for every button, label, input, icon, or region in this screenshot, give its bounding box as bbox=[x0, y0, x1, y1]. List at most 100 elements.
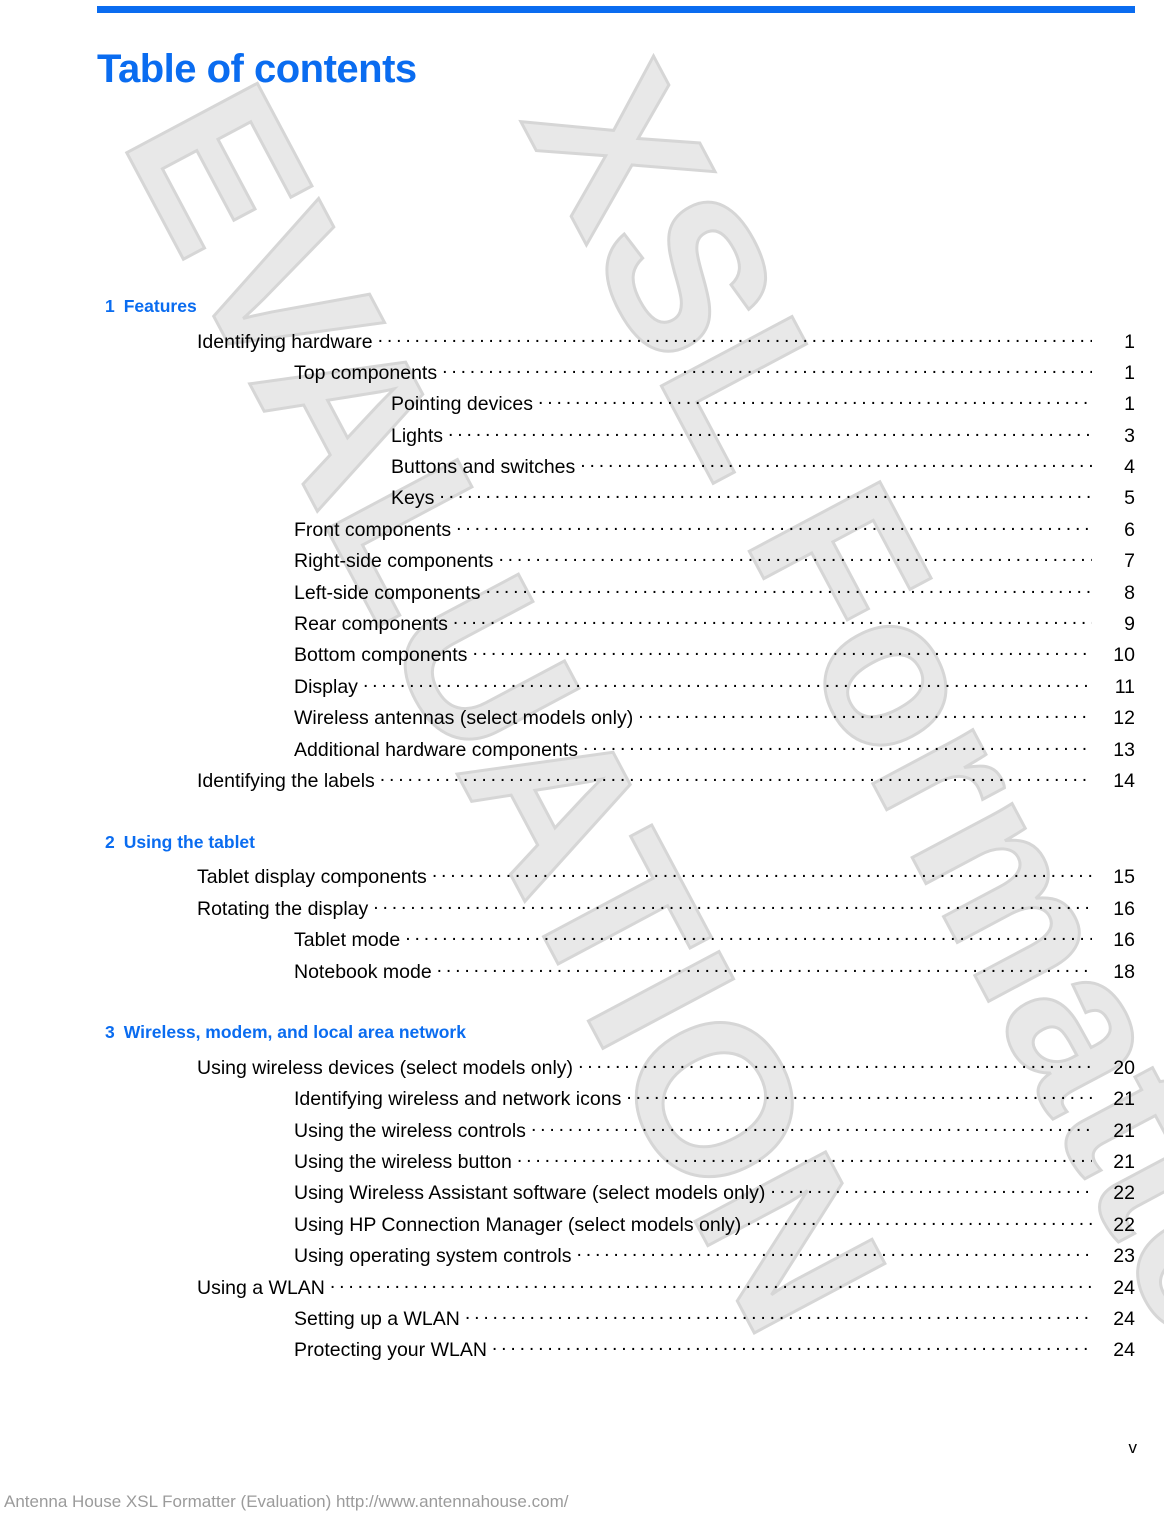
toc-entry[interactable]: Pointing devices 1 bbox=[0, 391, 1164, 422]
toc-leader-dots bbox=[517, 1149, 1092, 1169]
toc-entry-label: Using operating system controls bbox=[294, 1245, 572, 1268]
toc-entry-page-number: 24 bbox=[1113, 1339, 1135, 1362]
chapter-number: 1 bbox=[105, 296, 115, 316]
toc-entry[interactable]: Front components 6 bbox=[0, 516, 1164, 547]
toc-entry[interactable]: Notebook mode 18 bbox=[0, 958, 1164, 989]
toc-entry-label: Front components bbox=[294, 518, 452, 541]
toc-leader-dots bbox=[439, 485, 1092, 505]
toc-leader-dots bbox=[538, 391, 1092, 411]
toc-entry[interactable]: Rear components 9 bbox=[0, 611, 1164, 642]
toc-leader-dots bbox=[363, 673, 1092, 693]
toc-entry[interactable]: Additional hardware components 13 bbox=[0, 736, 1164, 767]
toc-entry[interactable]: Wireless antennas (select models only) 12 bbox=[0, 705, 1164, 736]
toc-leader-dots bbox=[485, 579, 1092, 599]
toc-entry-label: Using a WLAN bbox=[197, 1276, 325, 1299]
toc-entry-label: Tablet mode bbox=[294, 929, 401, 952]
toc-leader-dots bbox=[472, 642, 1092, 662]
toc-entry-label: Setting up a WLAN bbox=[294, 1308, 460, 1331]
toc-entry-page-number: 21 bbox=[1113, 1119, 1135, 1142]
toc-entry-label: Right-side components bbox=[294, 550, 494, 573]
toc-entry-page-number: 21 bbox=[1113, 1151, 1135, 1174]
toc-entry-page-number: 4 bbox=[1124, 456, 1135, 479]
toc-entry-page-number: 1 bbox=[1124, 393, 1135, 416]
toc-leader-dots bbox=[330, 1274, 1092, 1294]
toc-chapter: 1FeaturesIdentifying hardware1Top compon… bbox=[0, 292, 1164, 799]
toc-entry-label: Notebook mode bbox=[294, 960, 432, 983]
toc-entry[interactable]: Using a WLAN 24 bbox=[0, 1274, 1164, 1305]
toc-entry[interactable]: Using operating system controls 23 bbox=[0, 1243, 1164, 1274]
chapter-number: 2 bbox=[105, 831, 115, 852]
toc-entry[interactable]: Rotating the display 16 bbox=[0, 895, 1164, 926]
toc-entry-page-number: 8 bbox=[1124, 581, 1135, 604]
toc-entry-label: Identifying the labels bbox=[197, 769, 375, 792]
toc-entry-page-number: 11 bbox=[1114, 675, 1135, 698]
evaluation-footer-notice: Antenna House XSL Formatter (Evaluation)… bbox=[4, 1492, 569, 1511]
toc-leader-dots bbox=[626, 1086, 1092, 1106]
toc-entry[interactable]: Right-side components 7 bbox=[0, 548, 1164, 579]
chapter-spacer bbox=[0, 799, 1164, 828]
toc-entry[interactable]: Using HP Connection Manager (select mode… bbox=[0, 1211, 1164, 1242]
toc-entry[interactable]: Using wireless devices (select models on… bbox=[0, 1054, 1164, 1085]
toc-entry-page-number: 24 bbox=[1113, 1308, 1135, 1331]
toc-entry-page-number: 7 bbox=[1124, 550, 1135, 573]
toc-entry-label: Using HP Connection Manager (select mode… bbox=[294, 1213, 742, 1236]
toc-leader-dots bbox=[465, 1306, 1092, 1326]
chapter-heading[interactable]: 3 Wireless, modem, and local area network bbox=[0, 1018, 1164, 1054]
toc-entry[interactable]: Lights 3 bbox=[0, 422, 1164, 453]
toc-entry[interactable]: Setting up a WLAN 24 bbox=[0, 1306, 1164, 1337]
toc-entry[interactable]: Identifying wireless and network icons 21 bbox=[0, 1086, 1164, 1117]
toc-leader-dots bbox=[531, 1117, 1092, 1137]
toc-leader-dots bbox=[456, 516, 1092, 536]
toc-entry-label: Identifying wireless and network icons bbox=[294, 1088, 622, 1111]
toc-leader-dots bbox=[378, 328, 1092, 348]
toc-leader-dots bbox=[770, 1180, 1092, 1200]
toc-entry-label: Tablet display components bbox=[197, 866, 427, 889]
toc-leader-dots bbox=[380, 767, 1092, 787]
toc-entry[interactable]: Tablet display components 15 bbox=[0, 864, 1164, 895]
toc-entry-label: Using wireless devices (select models on… bbox=[197, 1056, 574, 1079]
toc-entry-page-number: 10 bbox=[1113, 644, 1135, 667]
toc-leader-dots bbox=[638, 705, 1092, 725]
toc-entry-page-number: 18 bbox=[1113, 960, 1135, 983]
toc-entry[interactable]: Buttons and switches 4 bbox=[0, 454, 1164, 485]
toc-leader-dots bbox=[492, 1337, 1092, 1357]
toc-entry[interactable]: Using Wireless Assistant software (selec… bbox=[0, 1180, 1164, 1211]
toc-leader-dots bbox=[576, 1243, 1092, 1263]
toc-entry[interactable]: Keys 5 bbox=[0, 485, 1164, 516]
chapter-title: Features bbox=[123, 296, 197, 316]
toc-entry-page-number: 5 bbox=[1124, 487, 1135, 510]
toc-entry[interactable]: Left-side components 8 bbox=[0, 579, 1164, 610]
toc-entry-label: Buttons and switches bbox=[391, 456, 576, 479]
toc-entry-label: Bottom components bbox=[294, 644, 468, 667]
toc-entry-label: Using the wireless controls bbox=[294, 1119, 526, 1142]
toc-entry[interactable]: Display 11 bbox=[0, 673, 1164, 704]
toc-leader-dots bbox=[498, 548, 1092, 568]
toc-chapter: 2 Using the tablet Tablet display componen… bbox=[0, 828, 1164, 990]
toc-entry-page-number: 21 bbox=[1113, 1088, 1135, 1111]
toc-entry[interactable]: Bottom components 10 bbox=[0, 642, 1164, 673]
toc-entry-page-number: 13 bbox=[1113, 738, 1135, 761]
toc-entry-label: Additional hardware components bbox=[294, 738, 579, 761]
header-rule bbox=[97, 6, 1135, 13]
toc-entry-label: Wireless antennas (select models only) bbox=[294, 707, 634, 730]
chapter-heading[interactable]: 1 Features bbox=[0, 292, 1164, 328]
toc-chapter: 3 Wireless, modem, and local area network… bbox=[0, 1018, 1164, 1368]
toc-entry[interactable]: Tablet mode 16 bbox=[0, 927, 1164, 958]
chapter-spacer bbox=[0, 989, 1164, 1018]
toc-entry-page-number: 22 bbox=[1113, 1182, 1135, 1205]
toc-leader-dots bbox=[405, 927, 1092, 947]
toc-entry-page-number: 16 bbox=[1113, 929, 1135, 952]
toc-leader-dots bbox=[578, 1054, 1092, 1074]
toc-entry[interactable]: Using the wireless controls 21 bbox=[0, 1117, 1164, 1148]
chapter-heading[interactable]: 2 Using the tablet bbox=[0, 828, 1164, 864]
toc-entry-label: Display bbox=[294, 675, 358, 698]
toc-entry[interactable]: Using the wireless button 21 bbox=[0, 1149, 1164, 1180]
chapter-title: Using the tablet bbox=[123, 831, 255, 852]
toc-entry[interactable]: Protecting your WLAN 24 bbox=[0, 1337, 1164, 1368]
toc-entry-label: Identifying hardware bbox=[197, 330, 373, 353]
toc-entry[interactable]: Identifying hardware 1 bbox=[0, 328, 1164, 359]
toc-entry[interactable]: Top components 1 bbox=[0, 359, 1164, 390]
table-of-contents: 1FeaturesIdentifying hardware1Top compon… bbox=[0, 292, 1164, 1368]
toc-entry[interactable]: Identifying the labels 14 bbox=[0, 767, 1164, 798]
toc-entry-page-number: 16 bbox=[1113, 897, 1135, 920]
